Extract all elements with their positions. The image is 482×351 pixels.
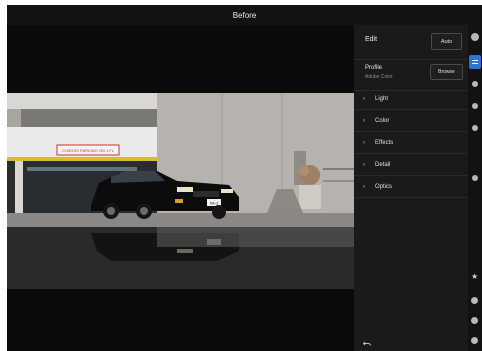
parking-sign-text: CHIDORI PARKING ON 1 FL — [62, 148, 115, 153]
edit-panel: Edit Auto Profile Adobe Color Browse › L… — [354, 25, 468, 351]
section-detail[interactable]: › Detail — [354, 154, 468, 176]
presets-tool-icon[interactable] — [472, 175, 478, 181]
photo-preview[interactable]: CHIDORI PARKING ON 1 FL 5A-3 — [7, 93, 354, 289]
ground — [7, 213, 354, 227]
section-effects[interactable]: › Effects — [354, 132, 468, 154]
section-color[interactable]: › Color — [354, 110, 468, 132]
activity-icon[interactable] — [471, 337, 478, 344]
section-optics[interactable]: › Optics — [354, 176, 468, 198]
edit-tool-icon[interactable] — [469, 55, 481, 69]
section-light[interactable]: › Light — [354, 88, 468, 110]
auto-button[interactable]: Auto — [431, 33, 462, 50]
section-label: Detail — [375, 161, 391, 168]
chevron-right-icon: › — [363, 161, 365, 168]
chevron-right-icon: › — [363, 95, 365, 102]
flag-icon[interactable] — [471, 297, 478, 304]
view-mode-bar: Before — [7, 5, 482, 25]
profile-label: Profile — [365, 65, 383, 71]
rail-top-icon[interactable] — [471, 33, 479, 41]
star-rating-icon[interactable]: ★ — [471, 273, 478, 281]
edit-panel-title: Edit — [365, 36, 378, 43]
section-label: Effects — [375, 139, 394, 146]
chevron-right-icon: › — [363, 139, 365, 146]
profile-section: Profile Adobe Color Browse — [354, 60, 468, 91]
healing-tool-icon[interactable] — [472, 103, 478, 109]
ceiling-overhang — [7, 93, 157, 109]
crop-tool-icon[interactable] — [472, 81, 478, 87]
view-mode-label: Before — [232, 10, 257, 20]
photo-editor-app: Before CHIDORI PARKING ON 1 FL 5A-3 Edit… — [7, 5, 482, 351]
undo-icon[interactable] — [363, 341, 371, 347]
tool-rail: ★ — [468, 25, 482, 351]
edit-panel-header: Edit Auto — [354, 25, 468, 60]
section-label: Optics — [375, 183, 393, 190]
chevron-right-icon: › — [363, 117, 365, 124]
profile-value: Adobe Color — [365, 74, 393, 80]
photo-illustration: CHIDORI PARKING ON 1 FL 5A-3 — [7, 93, 354, 289]
info-icon[interactable] — [471, 317, 478, 324]
masking-tool-icon[interactable] — [472, 125, 478, 131]
image-canvas[interactable]: CHIDORI PARKING ON 1 FL 5A-3 — [7, 25, 354, 351]
planter — [299, 185, 321, 209]
license-plate-text: 5A-3 — [210, 201, 219, 206]
chevron-right-icon: › — [363, 183, 365, 190]
section-label: Color — [375, 117, 390, 124]
browse-button[interactable]: Browse — [430, 64, 463, 80]
section-label: Light — [375, 95, 389, 102]
